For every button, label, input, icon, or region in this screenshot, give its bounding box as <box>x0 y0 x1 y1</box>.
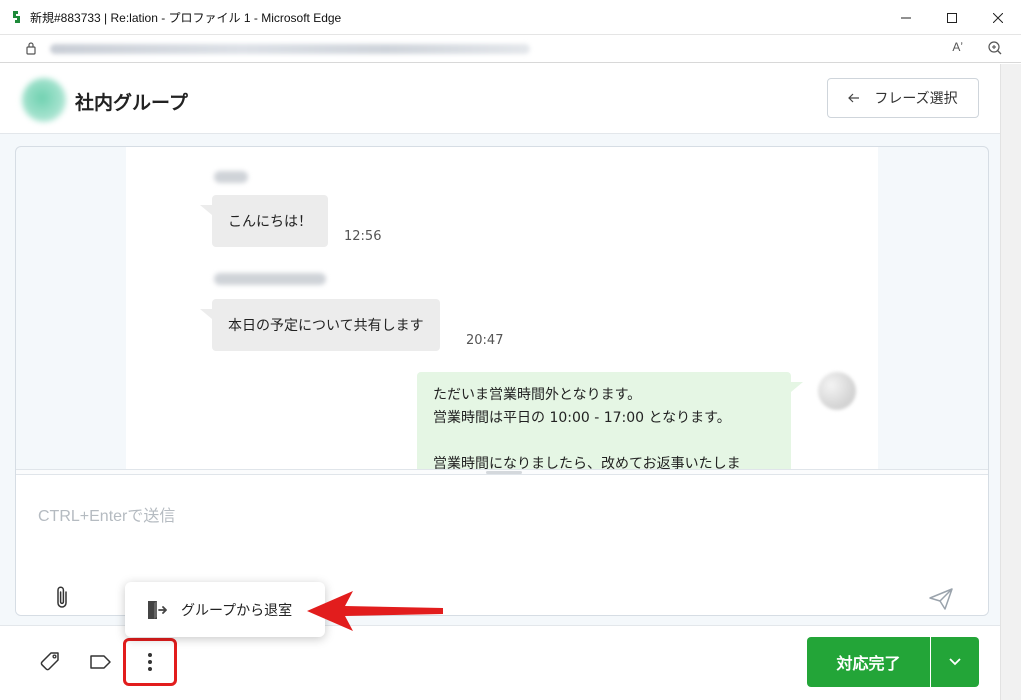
message-line: ただいま営業時間外となります。 <box>433 387 642 403</box>
lock-icon <box>26 42 36 55</box>
window-title: 新規#883733 | Re:lation - プロファイル 1 - Micro… <box>30 10 342 25</box>
message-line: 営業時間は平日の 10:00 - 17:00 となります。 <box>433 410 731 426</box>
phrase-select-button[interactable]: フレーズ選択 <box>827 78 979 118</box>
chevron-down-icon <box>949 658 961 666</box>
tag-icon[interactable] <box>38 650 62 674</box>
message-time: 20:47 <box>466 333 504 348</box>
maximize-icon <box>947 12 957 23</box>
complete-options-dropdown[interactable] <box>931 637 979 687</box>
sender-name <box>214 273 326 285</box>
window-titlebar: 新規#883733 | Re:lation - プロファイル 1 - Micro… <box>0 0 1021 35</box>
annotation-arrow-icon <box>307 591 443 631</box>
close-icon <box>993 12 1003 23</box>
close-button[interactable] <box>975 0 1021 35</box>
attachment-icon[interactable] <box>52 585 72 611</box>
maximize-button[interactable] <box>929 0 975 35</box>
message-list[interactable]: こんにちは！ 12:56 本日の予定について共有します 20:47 ただいま営業… <box>126 147 878 492</box>
operator-avatar <box>818 372 856 410</box>
arrow-left-icon <box>848 93 860 103</box>
app-logo-icon <box>10 10 24 24</box>
message-input[interactable] <box>38 505 938 529</box>
url-text[interactable] <box>50 44 530 54</box>
label-icon[interactable] <box>88 652 112 672</box>
address-bar[interactable]: Aʼ <box>0 35 1021 63</box>
group-title: 社内グループ <box>75 92 188 114</box>
more-vertical-icon <box>148 653 152 671</box>
zoom-icon[interactable] <box>987 40 1003 56</box>
sender-name <box>214 171 248 183</box>
send-icon[interactable] <box>928 587 954 611</box>
menu-item-label: グループから退室 <box>181 602 293 619</box>
message-bubble-incoming: こんにちは！ <box>200 195 328 247</box>
more-options-button[interactable] <box>123 638 177 686</box>
complete-button[interactable]: 対応完了 <box>807 637 930 687</box>
group-avatar <box>22 78 66 122</box>
minimize-icon <box>901 17 911 18</box>
message-line <box>433 430 775 453</box>
conversation-header: 社内グループ フレーズ選択 <box>0 64 1000 134</box>
window-controls <box>883 0 1021 35</box>
chat-panel: こんにちは！ 12:56 本日の予定について共有します 20:47 ただいま営業… <box>15 146 989 616</box>
minimize-button[interactable] <box>883 0 929 35</box>
read-aloud-icon[interactable]: Aʼ <box>952 40 963 54</box>
message-bubble-incoming: 本日の予定について共有します <box>200 299 440 351</box>
resize-handle[interactable] <box>486 471 522 474</box>
page-scrollbar[interactable] <box>1000 64 1021 700</box>
menu-item-leave-group[interactable]: グループから退室 <box>125 582 325 637</box>
message-text: こんにちは！ <box>228 214 312 230</box>
phrase-select-label: フレーズ選択 <box>874 91 958 107</box>
exit-icon <box>148 600 167 619</box>
more-options-menu: グループから退室 <box>125 582 325 637</box>
message-text: 本日の予定について共有します <box>228 318 424 334</box>
message-time: 12:56 <box>344 229 382 244</box>
